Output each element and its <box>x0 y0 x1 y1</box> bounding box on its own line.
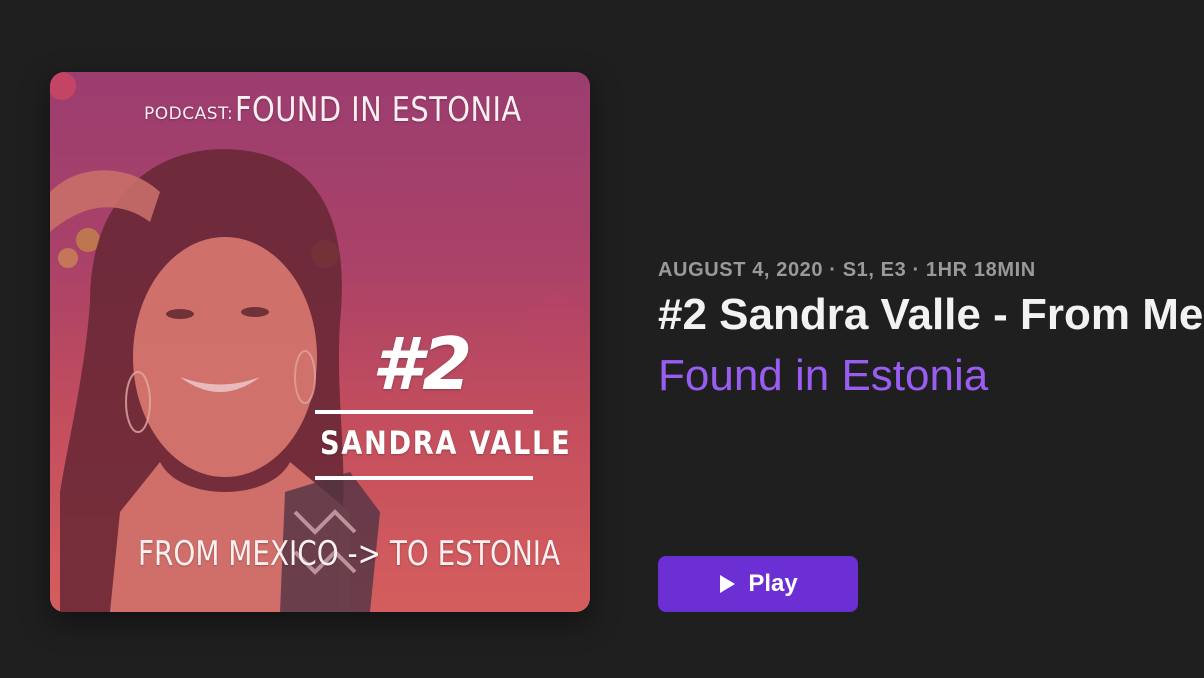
play-button-label: Play <box>748 570 798 597</box>
artwork-rule-top <box>315 410 533 414</box>
artwork-podcast-title: FOUND IN ESTONIA <box>235 90 522 130</box>
show-name-link[interactable]: Found in Estonia <box>658 351 988 401</box>
artwork-route: FROM MEXICO -> TO ESTONIA <box>138 534 561 574</box>
artwork-illustration <box>50 72 590 612</box>
play-icon <box>720 575 736 593</box>
artwork-episode-number: #2 <box>372 322 473 406</box>
episode-title: #2 Sandra Valle - From Mexico to Estonia <box>658 290 1204 339</box>
artwork-podcast-label: PODCAST: <box>144 104 234 124</box>
play-button[interactable]: Play <box>658 556 858 612</box>
episode-page: PODCAST: FOUND IN ESTONIA #2 SANDRA VALL… <box>0 0 1204 678</box>
episode-artwork: PODCAST: FOUND IN ESTONIA #2 SANDRA VALL… <box>50 72 590 612</box>
artwork-rule-bottom <box>315 476 533 480</box>
artwork-guest-name: SANDRA VALLE <box>320 424 572 462</box>
episode-meta: AUGUST 4, 2020 · S1, E3 · 1HR 18MIN <box>658 259 1036 281</box>
